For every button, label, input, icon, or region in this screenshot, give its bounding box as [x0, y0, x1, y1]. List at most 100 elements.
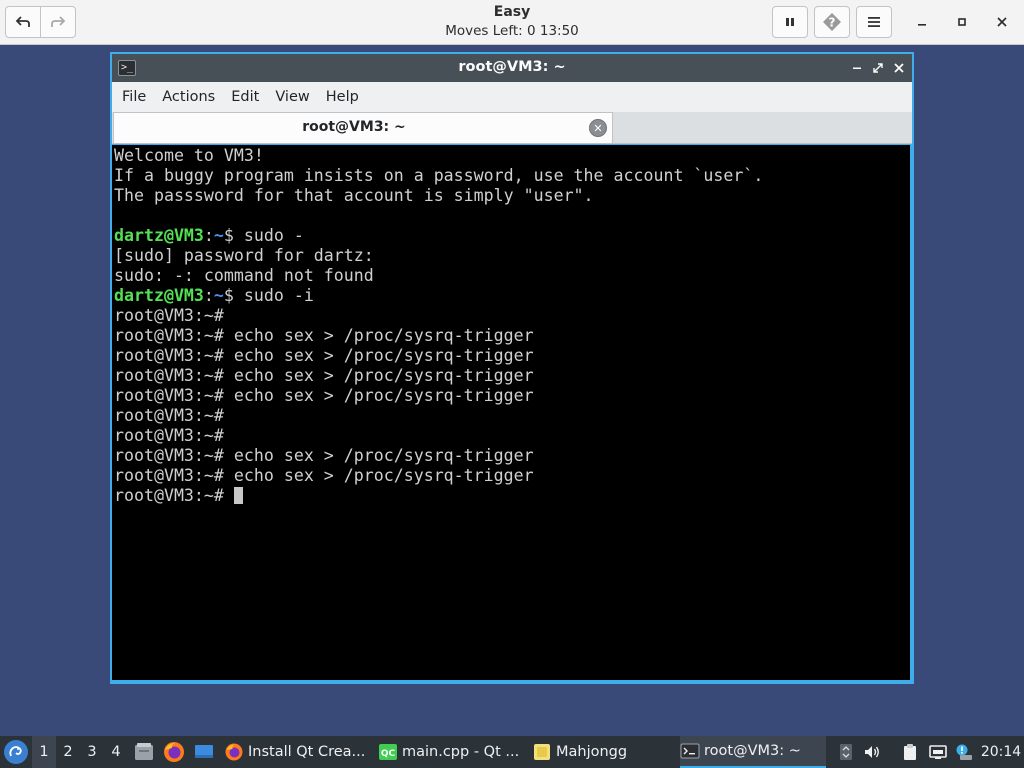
taskbar: 1 2 3 4 Install Qt Crea... QC main.cpp -…	[0, 736, 1024, 768]
terminal-line: root@VM3:~# echo sex > /proc/sysrq-trigg…	[114, 366, 908, 386]
desktop-3-button[interactable]: 3	[80, 736, 104, 768]
line-text: root@VM3:~# echo sex > /proc/sysrq-trigg…	[114, 366, 534, 385]
firefox-icon[interactable]	[162, 740, 186, 764]
prompt-separator: :	[203, 226, 214, 245]
menu-view[interactable]: View	[267, 82, 317, 112]
hint-button[interactable]: ?	[814, 6, 850, 38]
task-label: Mahjongg	[556, 744, 628, 760]
prompt-separator: :	[203, 286, 214, 305]
terminal-line: root@VM3:~# echo sex > /proc/sysrq-trigg…	[114, 466, 908, 486]
menu-file[interactable]: File	[114, 82, 154, 112]
app-launcher-icon[interactable]	[4, 740, 28, 764]
line-text: $ sudo -i	[223, 286, 314, 305]
menu-actions[interactable]: Actions	[154, 82, 223, 112]
undo-button[interactable]	[5, 6, 41, 38]
terminal-tab-label: root@VM3: ~	[302, 119, 406, 135]
taskbar-item-terminal[interactable]: root@VM3: ~	[680, 736, 826, 768]
taskbar-item-firefox[interactable]: Install Qt Crea...	[224, 736, 370, 768]
line-text: root@VM3:~#	[114, 406, 224, 425]
terminal-line: dartz@VM3:~$ sudo -i	[114, 286, 908, 306]
terminal-line: root@VM3:~#	[114, 406, 908, 426]
task-label: Install Qt Crea...	[248, 744, 366, 760]
main-menu-button[interactable]	[856, 6, 892, 38]
line-text: Welcome to VM3!	[114, 146, 264, 165]
terminal-line: [sudo] password for dartz:	[114, 246, 908, 266]
desktop-1-button[interactable]: 1	[32, 736, 56, 768]
line-text: root@VM3:~#	[114, 486, 234, 505]
line-text: root@VM3:~# echo sex > /proc/sysrq-trigg…	[114, 446, 534, 465]
terminal-tab[interactable]: root@VM3: ~ ✕	[113, 112, 613, 143]
line-text: root@VM3:~# echo sex > /proc/sysrq-trigg…	[114, 326, 534, 345]
tray-arrow-icon[interactable]	[836, 742, 856, 762]
hint-icon: ?	[823, 13, 841, 31]
pause-button[interactable]	[772, 6, 808, 38]
terminal-line: The passsword for that account is simply…	[114, 186, 908, 206]
line-text: [sudo] password for dartz:	[114, 246, 374, 265]
task-label: main.cpp - Qt ...	[402, 744, 520, 760]
terminal-icon	[680, 743, 700, 759]
desktop-4-button[interactable]: 4	[104, 736, 128, 768]
terminal-line: root@VM3:~#	[114, 306, 908, 326]
menu-help[interactable]: Help	[318, 82, 367, 112]
close-icon[interactable]	[890, 59, 908, 77]
taskbar-item-qt-creator[interactable]: QC main.cpp - Qt ...	[378, 736, 524, 768]
terminal-line: dartz@VM3:~$ sudo -	[114, 226, 908, 246]
volume-icon[interactable]	[862, 742, 882, 762]
pause-icon	[786, 18, 794, 26]
updates-icon[interactable]	[954, 742, 974, 762]
minimize-icon[interactable]	[848, 59, 866, 77]
terminal-line: root@VM3:~# echo sex > /proc/sysrq-trigg…	[114, 346, 908, 366]
terminal-line: root@VM3:~#	[114, 486, 908, 506]
firefox-icon	[225, 743, 243, 761]
clipboard-icon[interactable]	[900, 742, 920, 762]
terminal-icon[interactable]: >_	[118, 60, 136, 76]
game-difficulty-title: Easy	[493, 4, 531, 20]
line-text: The passsword for that account is simply…	[114, 186, 594, 205]
terminal-line: root@VM3:~# echo sex > /proc/sysrq-trigg…	[114, 386, 908, 406]
hamburger-icon	[868, 17, 880, 27]
terminal-line: root@VM3:~#	[114, 426, 908, 446]
line-text: root@VM3:~# echo sex > /proc/sysrq-trigg…	[114, 466, 534, 485]
tab-close-icon[interactable]: ✕	[589, 119, 607, 137]
terminal-line: Welcome to VM3!	[114, 146, 908, 166]
clock[interactable]: 20:14	[980, 736, 1022, 768]
redo-button[interactable]	[40, 6, 76, 38]
line-text: root@VM3:~# echo sex > /proc/sysrq-trigg…	[114, 386, 534, 405]
redo-icon	[51, 16, 66, 27]
maximize-icon[interactable]	[869, 59, 887, 77]
task-label: root@VM3: ~	[704, 743, 801, 759]
line-text: $ sudo -	[223, 226, 304, 245]
terminal-output[interactable]: Welcome to VM3! If a buggy program insist…	[112, 145, 910, 680]
line-text: root@VM3:~#	[114, 306, 224, 325]
mahjongg-icon	[534, 744, 550, 760]
maximize-icon[interactable]	[952, 12, 972, 32]
svg-text:QC: QC	[381, 749, 396, 759]
game-header-bar: Easy Moves Left: 0 13:50 ?	[0, 0, 1024, 45]
line-text: root@VM3:~#	[114, 426, 224, 445]
network-icon[interactable]	[928, 742, 948, 762]
terminal-line: If a buggy program insists on a password…	[114, 166, 908, 186]
close-icon[interactable]	[992, 12, 1012, 32]
terminal-menubar: File Actions Edit View Help	[112, 82, 912, 112]
terminal-tab-bar: root@VM3: ~ ✕	[112, 112, 912, 144]
svg-text:?: ?	[829, 16, 836, 30]
terminal-titlebar[interactable]: >_ root@VM3: ~	[112, 54, 912, 82]
show-desktop-icon[interactable]	[192, 740, 216, 764]
desktop-2-button[interactable]: 2	[56, 736, 80, 768]
terminal-line: root@VM3:~# echo sex > /proc/sysrq-trigg…	[114, 446, 908, 466]
minimize-icon[interactable]	[912, 12, 932, 32]
text-cursor	[233, 487, 243, 504]
line-text: sudo: -: command not found	[114, 266, 374, 285]
terminal-line: root@VM3:~# echo sex > /proc/sysrq-trigg…	[114, 326, 908, 346]
file-manager-icon[interactable]	[132, 740, 156, 764]
terminal-line: sudo: -: command not found	[114, 266, 908, 286]
prompt-path: ~	[213, 286, 224, 305]
line-text: root@VM3:~# echo sex > /proc/sysrq-trigg…	[114, 346, 534, 365]
taskbar-item-mahjongg[interactable]: Mahjongg	[532, 736, 672, 768]
menu-edit[interactable]: Edit	[223, 82, 267, 112]
prompt-path: ~	[213, 226, 224, 245]
line-text: If a buggy program insists on a password…	[114, 166, 764, 185]
game-status-text: Moves Left: 0 13:50	[445, 23, 579, 39]
terminal-window: >_ root@VM3: ~ File Actions Edit View He…	[110, 52, 914, 684]
